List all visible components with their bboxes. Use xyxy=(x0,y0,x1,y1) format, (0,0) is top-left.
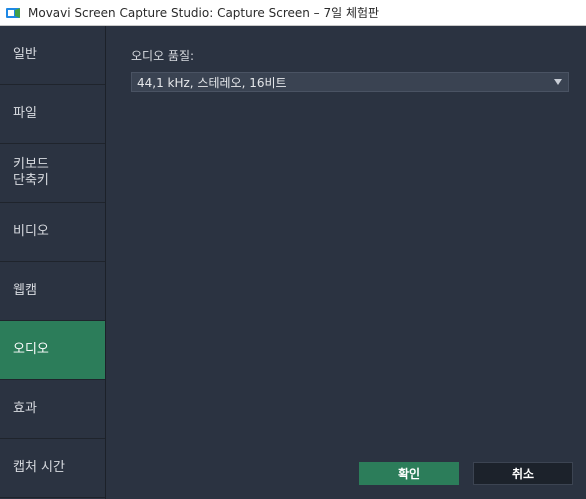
dropdown-arrow-icon xyxy=(554,79,562,85)
sidebar-item-shortcuts[interactable]: 키보드 단축키 xyxy=(0,144,105,203)
audio-settings-panel: 오디오 품질: 44,1 kHz, 스테레오, 16비트 확인 취소 xyxy=(106,26,586,499)
ok-button[interactable]: 확인 xyxy=(359,462,459,485)
sidebar-item-video[interactable]: 비디오 xyxy=(0,203,105,262)
cancel-button[interactable]: 취소 xyxy=(473,462,573,485)
window-title: Movavi Screen Capture Studio: Capture Sc… xyxy=(28,6,380,20)
audio-quality-value: 44,1 kHz, 스테레오, 16비트 xyxy=(137,75,287,90)
sidebar-item-general[interactable]: 일반 xyxy=(0,26,105,85)
audio-quality-dropdown[interactable]: 44,1 kHz, 스테레오, 16비트 xyxy=(131,72,569,92)
sidebar-item-audio[interactable]: 오디오 xyxy=(0,321,105,380)
sidebar-item-effects[interactable]: 효과 xyxy=(0,380,105,439)
movavi-app-icon xyxy=(5,5,21,21)
sidebar-item-capture-time[interactable]: 캡처 시간 xyxy=(0,439,105,498)
settings-window: Movavi Screen Capture Studio: Capture Sc… xyxy=(0,0,586,499)
title-bar[interactable]: Movavi Screen Capture Studio: Capture Sc… xyxy=(0,0,586,26)
settings-sidebar: 일반 파일 키보드 단축키 비디오 웹캠 오디오 효과 캡처 시간 xyxy=(0,26,106,499)
sidebar-item-file[interactable]: 파일 xyxy=(0,85,105,144)
audio-quality-label: 오디오 품질: xyxy=(131,49,195,63)
sidebar-item-webcam[interactable]: 웹캠 xyxy=(0,262,105,321)
